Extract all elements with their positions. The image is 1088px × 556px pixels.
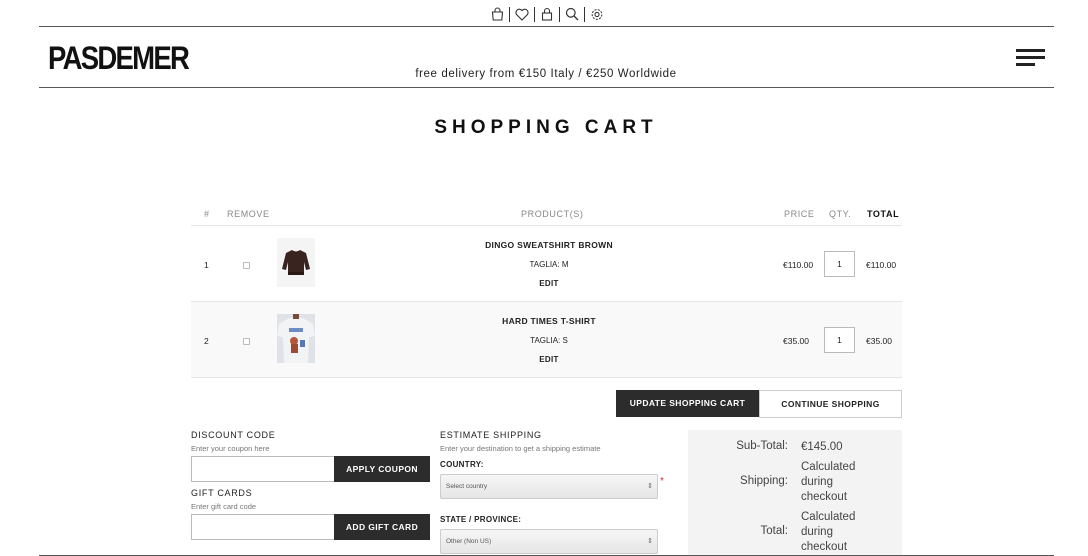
cart-row: 1 DINGO SWEATSHIRT BROWN TAGLIA: M EDIT … [191, 226, 902, 302]
unit-price: €110.00 [783, 260, 814, 270]
gift-hint: Enter gift card code [191, 502, 257, 511]
column-qty: QTY. [829, 209, 852, 219]
discount-title: DISCOUNT CODE [191, 430, 276, 440]
column-total: TOTAL [867, 209, 900, 219]
total-value: Calculated during checkout [801, 511, 856, 553]
shipping-title: ESTIMATE SHIPPING [440, 430, 542, 440]
edit-link[interactable]: EDIT [191, 279, 907, 288]
cart-table-header: # REMOVE PRODUCT(S) PRICE QTY. TOTAL [191, 202, 902, 226]
country-select-value: Select country [446, 483, 488, 490]
product-name[interactable]: HARD TIMES T-SHIRT [191, 316, 907, 326]
cart-icon[interactable] [490, 6, 504, 22]
state-select-value: Other (Non US) [446, 538, 492, 545]
shipping-value: Calculated during checkout [801, 461, 856, 503]
column-price: PRICE [784, 209, 815, 219]
shipping-hint: Enter your destination to get a shipping… [440, 444, 601, 453]
required-mark: * [660, 476, 664, 487]
gift-card-input[interactable] [191, 514, 335, 540]
add-gift-card-button[interactable]: ADD GIFT CARD [334, 514, 430, 540]
edit-link[interactable]: EDIT [191, 355, 907, 364]
state-select[interactable]: Other (Non US) ⇕ [440, 529, 658, 554]
order-totals: Sub-Total: €145.00 Shipping: Calculated … [688, 430, 902, 556]
divider [559, 6, 560, 22]
state-label: STATE / PROVINCE: [440, 515, 522, 524]
country-label: COUNTRY: [440, 460, 484, 469]
apply-coupon-button[interactable]: APPLY COUPON [334, 456, 430, 482]
select-arrows-icon: ⇕ [647, 483, 653, 490]
divider [534, 6, 535, 22]
row-total: €35.00 [866, 336, 892, 346]
page-title: SHOPPING CART [434, 117, 658, 138]
shipping-label: Shipping: [740, 475, 788, 487]
menu-icon[interactable] [1016, 49, 1045, 70]
select-arrows-icon: ⇕ [647, 538, 653, 545]
coupon-input[interactable] [191, 456, 335, 482]
header-top-rule [39, 26, 1054, 27]
unit-price: €35.00 [783, 336, 809, 346]
update-cart-button[interactable]: UPDATE SHOPPING CART [616, 390, 759, 417]
cart-table: # REMOVE PRODUCT(S) PRICE QTY. TOTAL 1 D… [191, 202, 902, 378]
discount-hint: Enter your coupon here [191, 444, 270, 453]
column-num: # [204, 209, 210, 219]
quantity-input[interactable]: 1 [824, 327, 855, 353]
column-products: PRODUCT(S) [521, 209, 584, 219]
search-icon[interactable] [565, 6, 579, 22]
gear-icon[interactable] [590, 6, 604, 22]
continue-shopping-button[interactable]: CONTINUE SHOPPING [759, 390, 902, 418]
product-name[interactable]: DINGO SWEATSHIRT BROWN [191, 240, 907, 250]
promo-banner: free delivery from €150 Italy / €250 Wor… [415, 68, 677, 80]
header-bottom-rule [39, 87, 1054, 88]
subtotal-label: Sub-Total: [736, 440, 788, 452]
row-total: €110.00 [866, 260, 897, 270]
column-remove: REMOVE [227, 209, 270, 219]
subtotal-value: €145.00 [801, 441, 843, 453]
country-select[interactable]: Select country ⇕ [440, 474, 658, 499]
divider [584, 6, 585, 22]
lock-icon[interactable] [540, 6, 554, 22]
gift-title: GIFT CARDS [191, 488, 253, 498]
heart-icon[interactable] [515, 6, 529, 22]
quantity-input[interactable]: 1 [824, 251, 855, 277]
divider [509, 6, 510, 22]
top-icon-bar [490, 5, 604, 23]
cart-row: 2 HARD TIMES T-SHIRT TAGLIA: S EDIT €35.… [191, 302, 902, 378]
total-label: Total: [760, 525, 789, 537]
